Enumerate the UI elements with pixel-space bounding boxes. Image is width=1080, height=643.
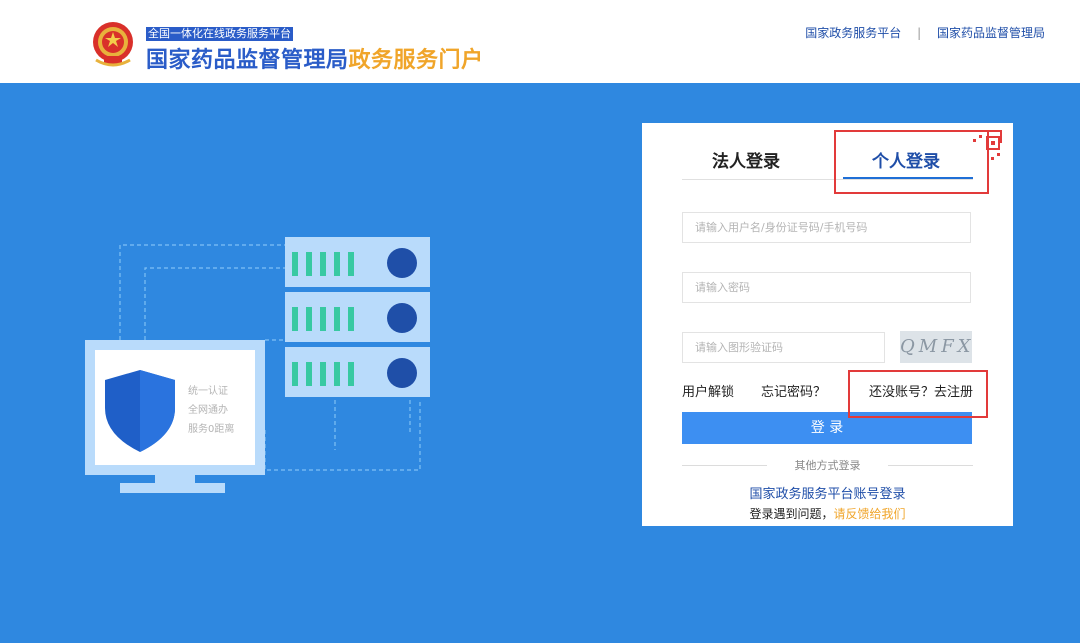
title-main: 国家药品监督管理局 <box>146 48 349 73</box>
monitor-line-1: 统一认证 <box>188 384 228 397</box>
server-stack <box>285 237 430 397</box>
link-gov-service-platform[interactable]: 国家政务服务平台 <box>805 26 901 40</box>
highlight-box-register <box>848 370 988 418</box>
server-monitor-illustration: 统一认证 全网通办 服务0距离 <box>85 237 430 493</box>
monitor-line-2: 全网通办 <box>188 403 228 416</box>
feedback-link[interactable]: 请反馈给我们 <box>834 507 906 521</box>
monitor <box>85 340 265 493</box>
captcha-field[interactable] <box>682 332 885 363</box>
platform-tagline: 全国一体化在线政务服务平台 <box>146 27 293 41</box>
link-separator: | <box>917 26 922 40</box>
link-nmpa[interactable]: 国家药品监督管理局 <box>937 26 1045 40</box>
page-title: 国家药品监督管理局政务服务门户 <box>146 42 484 74</box>
feedback-row: 登录遇到问题，请反馈给我们 <box>642 505 1013 522</box>
feedback-prefix: 登录遇到问题， <box>749 507 834 521</box>
divider-line-right <box>888 465 973 466</box>
captcha-image[interactable]: QMFX <box>900 331 972 363</box>
password-field[interactable] <box>682 272 971 303</box>
title-accent: 政务服务门户 <box>348 48 484 73</box>
captcha-input[interactable] <box>683 333 884 362</box>
site-header: 全国一体化在线政务服务平台 国家药品监督管理局政务服务门户 国家政务服务平台 |… <box>0 0 1080 83</box>
other-methods-divider: 其他方式登录 <box>682 457 973 473</box>
highlight-box-personal-tab <box>834 130 989 194</box>
unlock-user-link[interactable]: 用户解锁 <box>682 381 734 400</box>
password-input[interactable] <box>683 273 970 302</box>
forgot-password-link[interactable]: 忘记密码？ <box>761 381 826 400</box>
username-input[interactable] <box>683 213 970 242</box>
top-links: 国家政务服务平台 | 国家药品监督管理局 <box>805 24 1045 41</box>
national-emblem-icon <box>93 22 133 67</box>
tab-corporate-login[interactable]: 法人登录 <box>712 147 780 172</box>
monitor-line-3: 服务0距离 <box>188 422 234 435</box>
username-field[interactable] <box>682 212 971 243</box>
gov-platform-login-link[interactable]: 国家政务服务平台账号登录 <box>642 483 1013 502</box>
